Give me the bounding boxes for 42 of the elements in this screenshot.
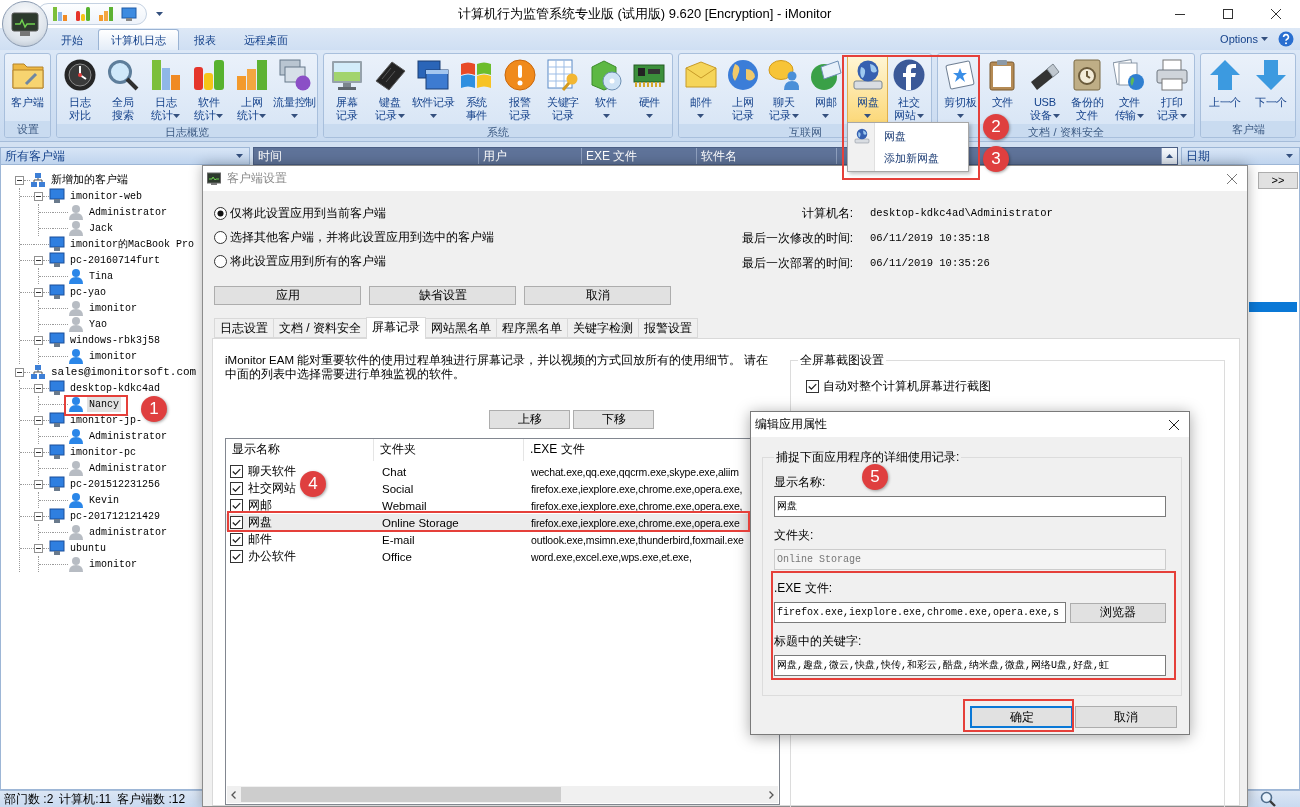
group-label: 设置 xyxy=(16,122,39,136)
info-label: 最后一次修改的时间: xyxy=(740,230,853,246)
table-cell: 网邮 xyxy=(248,497,272,514)
description-text: iMonitor EAM 能对重要软件的使用过程单独进行屏幕记录，并以视频的方式回放所有的使用细节。 请在中面的列表中选择需要进行单独监视的软件。 xyxy=(225,353,770,381)
info-label: 最后一次部署的时间: xyxy=(740,255,853,271)
field-label: 显示名称: xyxy=(774,474,826,490)
table-cell: 聊天软件 xyxy=(248,463,296,480)
dialog-title: 客户端设置 xyxy=(227,170,287,187)
group-label: 文档 / 资料安全 xyxy=(1028,125,1104,137)
info-value: 06/11/2019 10:35:18 xyxy=(870,231,991,246)
table-cell: 办公软件 xyxy=(248,548,296,565)
status-text: 计算机:11 xyxy=(59,790,112,807)
table-cell-text: Chat xyxy=(381,465,408,478)
info-value: desktop-kdkc4ad\Administrator xyxy=(870,206,1053,221)
table-cell-text: firefox.exe,iexplore.exe,chrome.exe,opera.exe xyxy=(530,516,740,529)
table-cell-text: E-mail xyxy=(381,533,416,546)
table-cell-text: Webmail xyxy=(381,499,428,512)
table-cell: 网盘 xyxy=(248,514,272,531)
group-label: 互联网 xyxy=(788,125,822,137)
table-cell: 社交网站 xyxy=(248,480,296,497)
dialog-title: 编辑应用属性 xyxy=(755,416,827,433)
info-label: 计算机名: xyxy=(800,205,853,221)
table-cell-text: firefox.exe,iexplore.exe,chrome.exe,opera.exe, xyxy=(530,482,743,495)
group-title: 全屏幕截图设置 xyxy=(799,352,885,369)
field-label: 标题中的关键字: xyxy=(774,633,862,649)
status-text: 部门数 :2 xyxy=(4,790,54,807)
table-cell-text: Online Storage xyxy=(381,516,460,529)
table-cell-text: outlook.exe,msimn.exe,thunderbird,foxmail.exe xyxy=(530,533,744,546)
table-cell-text: firefox.exe,iexplore.exe,chrome.exe,opera.exe, xyxy=(530,499,743,512)
table-cell-text: Social xyxy=(381,482,415,495)
table-cell-text: word.exe,excel.exe,wps.exe,et.exe, xyxy=(530,550,692,563)
group-label: 客户端 xyxy=(1231,122,1265,136)
status-text: 客户端数 :12 xyxy=(117,790,186,807)
window-title: 计算机行为监管系统专业版 (试用版) 9.620 [Encryption] - iMonitor xyxy=(456,5,833,23)
group-title: 捕捉下面应用程序的详细使用记录: xyxy=(775,449,961,466)
field-label: .EXE 文件: xyxy=(774,580,832,596)
group-label: 系统 xyxy=(487,125,509,137)
table-cell-text: Office xyxy=(381,550,413,563)
group-label: 日志概览 xyxy=(165,125,209,137)
table-cell: 邮件 xyxy=(248,531,272,548)
table-cell-text: wechat.exe,qq.exe,qqcrm.exe,skype.exe,aliim xyxy=(530,465,739,478)
info-value: 06/11/2019 10:35:26 xyxy=(870,256,991,271)
